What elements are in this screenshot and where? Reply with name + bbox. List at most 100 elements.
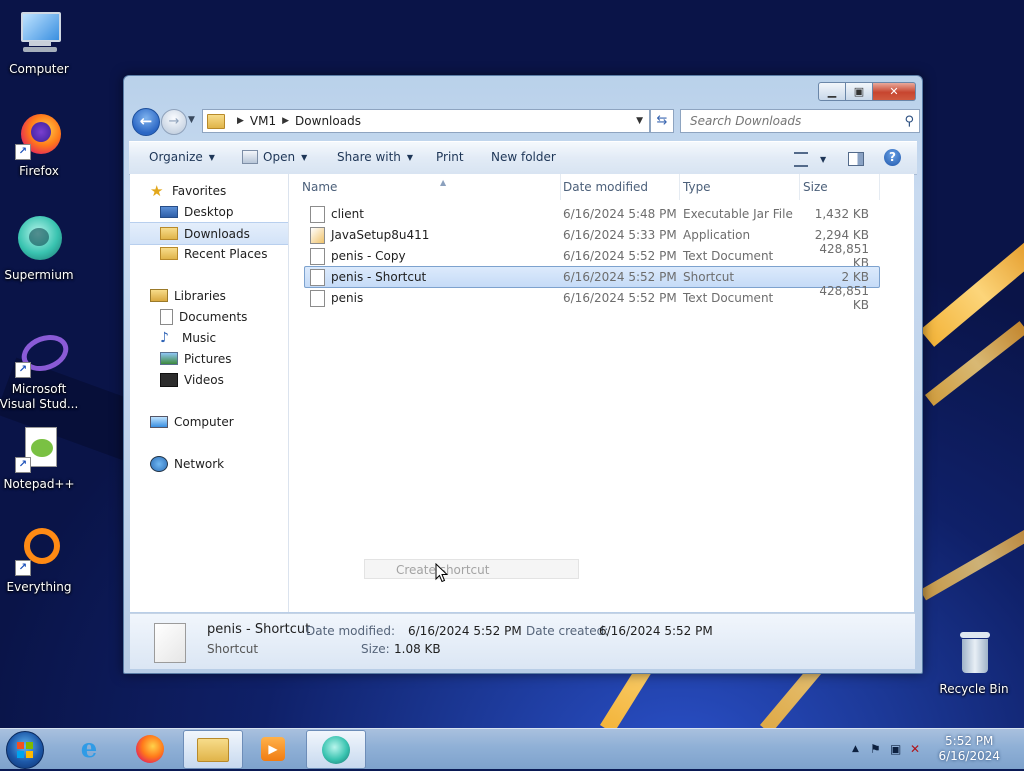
desktop-icon-label: Notepad++ — [3, 477, 75, 491]
nav-network[interactable]: Network — [150, 453, 308, 474]
nav-label: Music — [182, 330, 217, 345]
search-input[interactable] — [688, 113, 892, 129]
taskbar-media-player-button[interactable]: ▶ — [244, 730, 302, 767]
details-size-label: Size: — [361, 642, 390, 656]
nav-libraries[interactable]: Libraries — [150, 285, 308, 306]
maximize-icon: ▣ — [853, 85, 865, 98]
maximize-button[interactable]: ▣ — [846, 82, 873, 101]
desktop-icon-firefox[interactable]: ↗ Firefox — [0, 112, 79, 179]
file-type: Text Document — [683, 291, 774, 305]
nav-label: Videos — [184, 372, 224, 387]
forward-arrow-icon: → — [168, 114, 180, 129]
explorer-window: ▁ ▣ ✕ ← → ▼ ▶ VM1 ▶ Downloads ▼ ⇆ ⚲ Orga… — [123, 75, 923, 674]
share-with-button[interactable]: Share with ▼ — [337, 150, 413, 164]
nav-label: Computer — [174, 414, 234, 429]
back-arrow-icon: ← — [139, 112, 153, 130]
desktop-icon-recycle-bin[interactable]: Recycle Bin — [934, 630, 1014, 697]
media-player-icon: ▶ — [261, 736, 285, 761]
close-button[interactable]: ✕ — [873, 82, 916, 101]
back-button[interactable]: ← — [132, 108, 160, 136]
search-box[interactable]: ⚲ — [680, 109, 920, 133]
network-status-icon[interactable]: ▣ — [890, 742, 901, 756]
shortcut-arrow-icon: ↗ — [15, 560, 31, 576]
help-button[interactable]: ? — [884, 149, 901, 166]
column-header-date-modified[interactable]: Date modified — [563, 174, 680, 200]
shortcut-arrow-icon: ↗ — [15, 144, 31, 160]
organize-button[interactable]: Organize ▼ — [149, 150, 215, 164]
file-row[interactable]: client 6/16/2024 5:48 PM Executable Jar … — [304, 203, 880, 225]
breadcrumb-downloads[interactable]: Downloads — [295, 114, 361, 128]
nav-computer[interactable]: Computer — [150, 411, 308, 432]
minimize-button[interactable]: ▁ — [818, 82, 846, 101]
clock-time: 5:52 PM — [945, 734, 994, 748]
print-button[interactable]: Print — [436, 150, 464, 164]
action-center-flag-icon[interactable]: ⚑ — [870, 742, 881, 756]
recent-places-icon — [160, 247, 178, 260]
shortcut-file-icon — [154, 623, 186, 663]
supermium-icon — [322, 735, 350, 764]
chevron-right-icon[interactable]: ▶ — [282, 116, 289, 126]
file-row[interactable]: JavaSetup8u411 6/16/2024 5:33 PM Applica… — [304, 224, 880, 246]
internet-explorer-icon: e — [80, 733, 98, 764]
taskbar: e ▶ ▲ ⚑ ▣ ✕ 5:52 PM 6/16/2024 — [0, 728, 1024, 769]
mouse-cursor-icon — [435, 563, 449, 583]
new-folder-button[interactable]: New folder — [491, 150, 556, 164]
computer-icon — [150, 415, 168, 428]
change-view-button[interactable]: ▼ — [794, 152, 826, 167]
search-icon[interactable]: ⚲ — [904, 114, 914, 129]
column-header-type[interactable]: Type — [683, 174, 800, 200]
desktop-icon-supermium[interactable]: Supermium — [0, 216, 79, 283]
taskbar-firefox-button[interactable] — [121, 730, 179, 767]
chevron-down-icon: ▼ — [208, 152, 215, 162]
open-label: Open — [263, 150, 296, 164]
file-date: 6/16/2024 5:33 PM — [563, 228, 677, 242]
nav-label: Pictures — [184, 351, 232, 366]
caption-buttons: ▁ ▣ ✕ — [818, 82, 916, 101]
wallpaper-stripe — [920, 525, 1024, 601]
organize-label: Organize — [149, 150, 203, 164]
nav-downloads[interactable]: Downloads — [130, 222, 288, 245]
breadcrumb-vm1[interactable]: VM1 — [250, 114, 276, 128]
file-row-selected[interactable]: penis - Shortcut 6/16/2024 5:52 PM Short… — [304, 266, 880, 288]
file-date: 6/16/2024 5:52 PM — [563, 291, 677, 305]
everything-icon: ↗ — [15, 528, 63, 576]
taskbar-supermium-button[interactable] — [306, 730, 366, 769]
file-date: 6/16/2024 5:48 PM — [563, 207, 677, 221]
file-date: 6/16/2024 5:52 PM — [563, 249, 677, 263]
chevron-right-icon[interactable]: ▶ — [237, 116, 244, 126]
file-row[interactable]: penis 6/16/2024 5:52 PM Text Document 42… — [304, 284, 880, 312]
open-button[interactable]: Open ▼ — [242, 150, 307, 164]
volume-muted-icon[interactable]: ✕ — [910, 742, 920, 756]
show-hidden-icons-button[interactable]: ▲ — [852, 744, 859, 754]
file-date: 6/16/2024 5:52 PM — [563, 270, 677, 284]
nav-label: Libraries — [174, 288, 226, 303]
nav-favorites[interactable]: ★ Favorites — [150, 180, 308, 201]
desktop-icon-label: Computer — [9, 62, 69, 76]
system-tray: ▲ ⚑ ▣ ✕ 5:52 PM 6/16/2024 — [834, 729, 1024, 769]
nav-label: Desktop — [184, 204, 234, 219]
network-icon — [150, 455, 168, 472]
clock[interactable]: 5:52 PM 6/16/2024 — [938, 734, 1000, 764]
details-file-name: penis - Shortcut — [207, 622, 311, 637]
downloads-folder-icon — [160, 227, 178, 240]
address-dropdown-icon[interactable]: ▼ — [636, 116, 643, 126]
taskbar-explorer-button[interactable] — [183, 730, 243, 769]
desktop-icon-label: Microsoft Visual Stud... — [0, 382, 79, 411]
file-row[interactable]: penis - Copy 6/16/2024 5:52 PM Text Docu… — [304, 242, 880, 270]
videos-icon — [160, 372, 178, 387]
desktop-icon-everything[interactable]: ↗ Everything — [0, 528, 79, 595]
column-header-name[interactable]: ▲ Name — [302, 174, 561, 200]
column-header-size[interactable]: Size — [803, 174, 880, 200]
chevron-down-icon: ▼ — [820, 155, 827, 164]
taskbar-ie-button[interactable]: e — [60, 730, 118, 767]
address-bar[interactable]: ▶ VM1 ▶ Downloads ▼ — [202, 109, 650, 133]
desktop-icon-computer[interactable]: Computer — [0, 10, 79, 77]
desktop-icon — [160, 205, 178, 218]
forward-button[interactable]: → — [161, 109, 187, 135]
desktop-icon-notepadpp[interactable]: ↗ Notepad++ — [0, 425, 79, 492]
desktop-icon-visual-studio[interactable]: ↗ Microsoft Visual Stud... — [0, 328, 79, 412]
preview-pane-button[interactable] — [848, 152, 864, 166]
recent-pages-dropdown[interactable]: ▼ — [188, 115, 195, 125]
start-button[interactable] — [6, 731, 44, 769]
refresh-button[interactable]: ⇆ — [650, 109, 674, 133]
